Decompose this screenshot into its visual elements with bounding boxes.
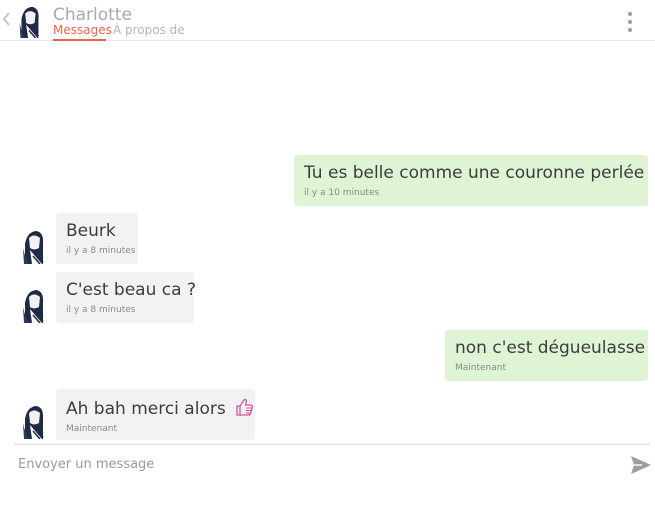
sender-avatar[interactable] <box>21 287 45 323</box>
message-timestamp: il y a 8 minutes <box>66 305 136 315</box>
message-timestamp: il y a 8 minutes <box>66 246 136 256</box>
tab-about[interactable]: À propos de <box>113 23 185 37</box>
active-tab-indicator <box>53 39 106 41</box>
message-input[interactable] <box>14 451 604 477</box>
message-bubble-incoming: Ah bah merci alors Maintenant <box>56 389 255 440</box>
message-text-row: Ah bah merci alors <box>66 397 254 419</box>
message-text: Beurk <box>66 221 116 241</box>
more-options-icon[interactable] <box>622 11 638 33</box>
back-chevron-icon[interactable] <box>2 11 12 27</box>
sender-avatar[interactable] <box>21 228 45 264</box>
message-bubble-outgoing: Tu es belle comme une couronne perlée il… <box>294 155 648 206</box>
message-bubble-incoming: C'est beau ca ? il y a 8 minutes <box>56 272 196 323</box>
message-timestamp: il y a 10 minutes <box>304 188 380 198</box>
message-timestamp: Maintenant <box>455 363 507 373</box>
tab-messages[interactable]: Messages <box>53 23 112 37</box>
message-timestamp: Maintenant <box>66 424 118 434</box>
message-text: C'est beau ca ? <box>66 280 196 300</box>
message-bubble-outgoing: non c'est dégueulasse Maintenant <box>445 330 648 381</box>
send-icon[interactable] <box>630 454 652 476</box>
contact-avatar[interactable] <box>17 4 41 38</box>
message-bubble-incoming: Beurk il y a 8 minutes <box>56 213 138 264</box>
message-composer <box>14 444 652 484</box>
thumbs-up-icon <box>236 398 254 416</box>
contact-name: Charlotte <box>53 5 132 25</box>
message-text: Ah bah merci alors <box>66 399 226 419</box>
chat-header: Charlotte Messages À propos de <box>0 0 655 41</box>
message-text: non c'est dégueulasse <box>455 338 646 358</box>
message-text: Tu es belle comme une couronne perlée <box>304 163 645 183</box>
sender-avatar[interactable] <box>21 403 45 439</box>
